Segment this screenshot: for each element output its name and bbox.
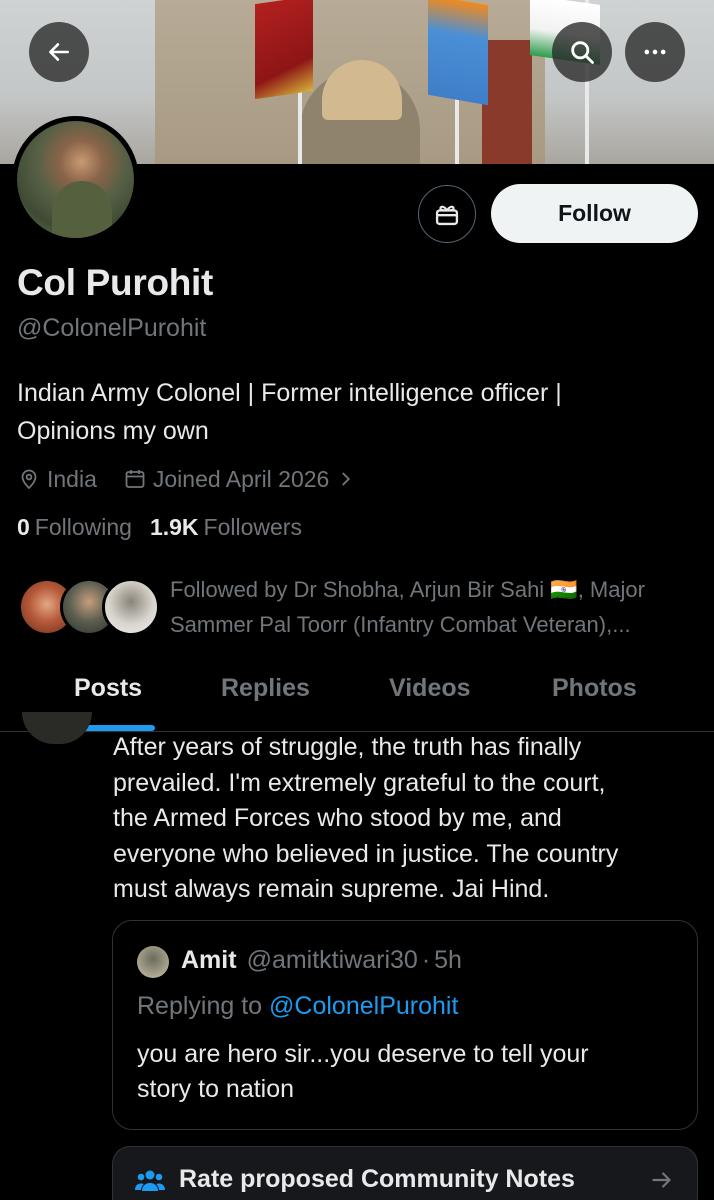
profile-bio: Indian Army Colonel | Former intelligenc… [17, 374, 697, 450]
post-line: everyone who believed in justice. The co… [113, 839, 619, 868]
more-button[interactable] [625, 22, 685, 82]
rate-community-notes-button[interactable]: Rate proposed Community Notes [112, 1146, 698, 1200]
post-line: the Armed Forces who stood by me, and [113, 804, 562, 832]
profile-avatar[interactable] [12, 116, 139, 243]
post-line: must always remain supreme. Jai Hind. [113, 875, 550, 903]
followed-by[interactable]: Followed by Dr Shobha, Arjun Bir Sahi 🇮🇳… [18, 575, 708, 641]
followers-label: Followers [203, 514, 302, 540]
quote-separator: · [421, 946, 431, 974]
quote-time: 5h [434, 946, 462, 974]
joined-date[interactable]: Joined April 2026 [123, 466, 363, 493]
tab-videos[interactable]: Videos [389, 674, 471, 703]
location: India [17, 466, 97, 493]
profile-meta: India Joined April 2026 [17, 462, 363, 496]
quoted-post[interactable]: Amit @amitktiwari30 · 5h Replying to @Co… [112, 920, 698, 1130]
banner-pillar [482, 40, 532, 164]
quote-author-handle: @amitktiwari30 [246, 946, 418, 974]
bio-line: Indian Army Colonel | Former intelligenc… [17, 379, 562, 407]
back-button[interactable] [29, 22, 89, 82]
quote-text: you are hero sir...you deserve to tell y… [137, 1037, 677, 1107]
quote-line: story to nation [137, 1075, 295, 1103]
post-text: After years of struggle, the truth has f… [113, 730, 703, 908]
quote-header: Amit @amitktiwari30 · 5h [181, 946, 462, 975]
arrow-right-icon [652, 1172, 671, 1188]
location-text: India [47, 465, 97, 492]
following-link[interactable]: 0 Following [17, 514, 132, 541]
arrow-left-icon [49, 43, 69, 61]
community-notes-label: Rate proposed Community Notes [179, 1165, 575, 1193]
search-button[interactable] [552, 22, 612, 82]
follower-avatar [102, 578, 160, 636]
profile-tabs: Posts Replies Videos Photos [0, 664, 714, 732]
avatar-image [17, 121, 134, 238]
post-line: After years of struggle, the truth has f… [113, 733, 582, 761]
banner-flag-red [255, 0, 313, 100]
gift-icon [435, 205, 459, 226]
profile-name: Col Purohit [17, 262, 214, 303]
followers-count: 1.9K [149, 514, 199, 540]
followers-link[interactable]: 1.9K Followers [150, 514, 302, 541]
post-author-avatar[interactable] [22, 712, 92, 744]
followed-by-line: Followed by Dr Shobha, Arjun Bir Sahi 🇮🇳… [170, 577, 645, 602]
calendar-icon [125, 470, 145, 488]
replying-to-link[interactable]: @ColonelPurohit [269, 992, 458, 1020]
tab-posts[interactable]: Posts [74, 674, 142, 703]
search-icon [571, 41, 594, 64]
replying-prefix: Replying to [137, 992, 263, 1020]
profile-handle: @ColonelPurohit [17, 314, 207, 342]
following-label: Following [34, 514, 132, 540]
location-pin-icon [21, 469, 37, 490]
banner-flag-blue [428, 0, 488, 106]
joined-text: Joined April 2026 [152, 465, 330, 492]
chevron-right-icon [342, 472, 351, 486]
quote-avatar [137, 946, 169, 978]
quote-author-name: Amit [181, 946, 237, 974]
tab-photos[interactable]: Photos [552, 674, 637, 703]
replying-to: Replying to @ColonelPurohit [137, 992, 458, 1021]
post-line: prevailed. I'm extremely grateful to the… [113, 768, 606, 797]
more-horizontal-icon [644, 49, 666, 55]
people-icon [135, 1170, 165, 1191]
follow-button[interactable]: Follow [491, 184, 698, 243]
quote-line: you are hero sir...you deserve to tell y… [137, 1040, 589, 1068]
following-count: 0 [17, 514, 30, 540]
follow-counts: 0 Following 1.9K Followers [17, 514, 320, 541]
followed-by-line: Sammer Pal Toorr (Infantry Combat Vetera… [170, 612, 631, 637]
followed-by-text: Followed by Dr Shobha, Arjun Bir Sahi 🇮🇳… [170, 572, 710, 642]
gift-button[interactable] [418, 185, 476, 243]
bio-line: Opinions my own [17, 417, 209, 445]
tab-replies[interactable]: Replies [221, 674, 310, 703]
